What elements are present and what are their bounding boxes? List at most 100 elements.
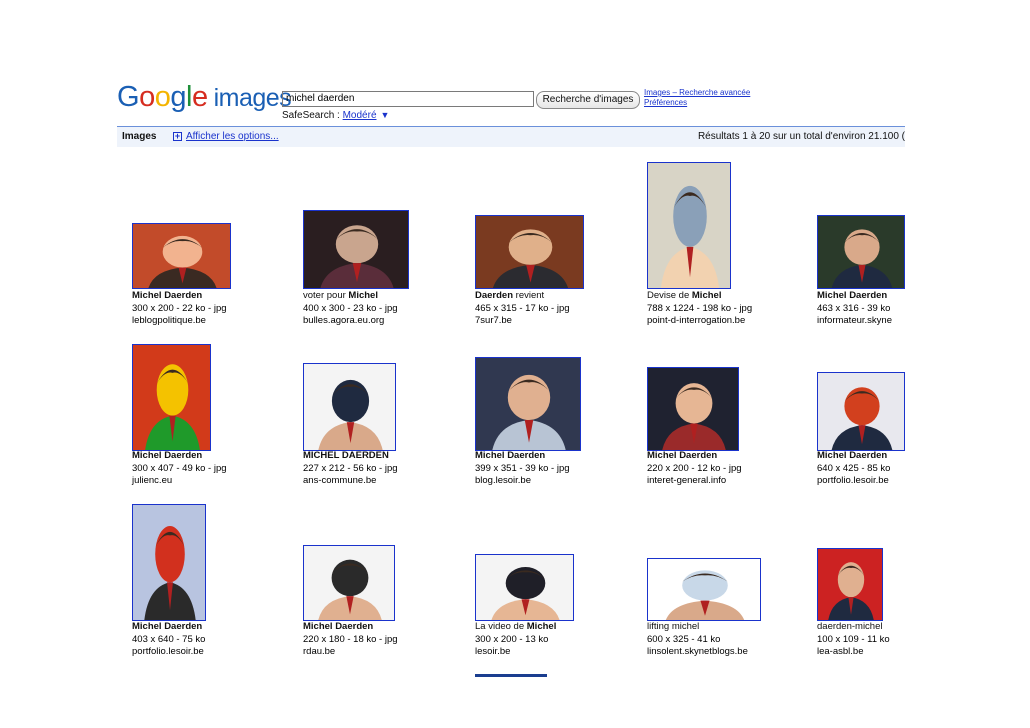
result-meta: 600 x 325 - 41 ko xyxy=(647,633,721,645)
safesearch-label: SafeSearch : xyxy=(282,110,343,121)
result-domain: informateur.skyne xyxy=(817,315,892,326)
result-thumbnail[interactable] xyxy=(817,215,905,289)
result-thumbnail[interactable] xyxy=(303,363,396,451)
result-title[interactable]: Michel Daerden xyxy=(132,450,202,463)
result-title[interactable]: lifting michel xyxy=(647,621,699,634)
result-title-highlight: Michel Daerden xyxy=(132,290,203,301)
result-meta: 100 x 109 - 11 ko xyxy=(817,633,890,645)
result-title[interactable]: daerden-michel xyxy=(817,621,882,634)
next-row-thumbnail-edge[interactable] xyxy=(475,674,547,677)
result-title[interactable]: La video de Michel xyxy=(475,621,556,634)
portrait-image-icon xyxy=(818,549,882,620)
result-meta: 403 x 640 - 75 ko xyxy=(132,633,206,645)
result-thumbnail[interactable] xyxy=(475,554,574,621)
result-thumbnail[interactable] xyxy=(475,215,584,289)
result-title-highlight: Michel xyxy=(691,290,722,301)
chevron-down-icon[interactable]: ▼ xyxy=(381,110,390,120)
result-thumbnail[interactable] xyxy=(817,548,883,621)
search-input[interactable]: michel daerden xyxy=(282,91,534,107)
result-meta: 463 x 316 - 39 ko xyxy=(817,302,891,314)
result-meta: 300 x 200 - 22 ko - jpg xyxy=(132,302,227,314)
result-title[interactable]: Michel Daerden xyxy=(303,621,373,634)
result-meta: 300 x 407 - 49 ko - jpg xyxy=(132,462,227,474)
result-title-text: voter pour xyxy=(303,290,349,301)
portrait-image-icon xyxy=(648,559,760,620)
result-thumbnail[interactable] xyxy=(132,223,231,289)
result-title-text: daerden-michel xyxy=(817,621,883,632)
result-title-highlight: Michel Daerden xyxy=(647,450,718,461)
result-title[interactable]: voter pour Michel xyxy=(303,290,378,303)
expand-plus-icon[interactable]: + xyxy=(173,132,182,141)
result-domain: lea-asbl.be xyxy=(817,646,864,657)
safesearch-mode-link[interactable]: Modéré xyxy=(343,110,377,121)
result-thumbnail[interactable] xyxy=(817,372,905,451)
result-meta: 227 x 212 - 56 ko - jpg xyxy=(303,462,398,474)
result-title-text: Devise de xyxy=(647,290,692,301)
result-meta: 399 x 351 - 39 ko - jpg xyxy=(475,462,570,474)
result-domain: linsolent.skynetblogs.be xyxy=(647,646,748,657)
google-images-logo[interactable]: Google images xyxy=(117,80,292,115)
result-title[interactable]: Devise de Michel xyxy=(647,290,721,303)
result-meta: 220 x 200 - 12 ko - jpg xyxy=(647,462,742,474)
result-thumbnail[interactable] xyxy=(132,504,206,621)
result-domain: point-d-interrogation.be xyxy=(647,315,746,326)
search-images-button[interactable]: Recherche d'images xyxy=(536,91,640,109)
result-meta: 400 x 300 - 23 ko - jpg xyxy=(303,302,398,314)
portrait-image-icon xyxy=(648,368,738,450)
result-title[interactable]: MICHEL DAERDEN xyxy=(303,450,389,463)
portrait-image-icon xyxy=(476,555,573,620)
result-title-highlight: Michel Daerden xyxy=(303,621,374,632)
result-title[interactable]: Michel Daerden xyxy=(475,450,545,463)
result-domain: 7sur7.be xyxy=(475,315,512,326)
result-thumbnail[interactable] xyxy=(647,367,739,451)
result-title-highlight: Michel Daerden xyxy=(132,621,203,632)
preferences-link[interactable]: Préférences xyxy=(644,98,687,108)
result-domain: ans-commune.be xyxy=(303,475,377,486)
tab-images[interactable]: Images xyxy=(122,131,156,142)
result-title-highlight: MICHEL DAERDEN xyxy=(303,450,389,461)
portrait-image-icon xyxy=(133,224,230,288)
result-domain: bulles.agora.eu.org xyxy=(303,315,385,326)
result-domain: leblogpolitique.be xyxy=(132,315,206,326)
result-thumbnail[interactable] xyxy=(475,357,581,451)
result-meta: 788 x 1224 - 198 ko - jpg xyxy=(647,302,753,314)
result-title-highlight: Daerden xyxy=(475,290,514,301)
result-title[interactable]: Michel Daerden xyxy=(817,450,887,463)
result-thumbnail[interactable] xyxy=(132,344,211,451)
result-title-text: lifting michel xyxy=(647,621,700,632)
logo-google-text: Google xyxy=(117,81,208,113)
result-title-highlight: Michel Daerden xyxy=(132,450,203,461)
result-domain: portfolio.lesoir.be xyxy=(132,646,204,657)
result-title-text: revient xyxy=(513,290,545,301)
portrait-image-icon xyxy=(476,216,583,288)
result-domain: interet-general.info xyxy=(647,475,727,486)
result-thumbnail[interactable] xyxy=(303,210,409,289)
result-title[interactable]: Michel Daerden xyxy=(647,450,717,463)
results-bar: Images + Afficher les options... Résulta… xyxy=(117,127,905,147)
result-title-text: La video de xyxy=(475,621,527,632)
results-count: Résultats 1 à 20 sur un total d'environ … xyxy=(697,131,905,142)
result-thumbnail[interactable] xyxy=(647,162,731,289)
result-thumbnail[interactable] xyxy=(303,545,395,621)
result-domain: portfolio.lesoir.be xyxy=(817,475,889,486)
result-thumbnail[interactable] xyxy=(647,558,761,621)
portrait-image-icon xyxy=(304,364,395,450)
result-title[interactable]: Michel Daerden xyxy=(132,290,202,303)
result-title-highlight: Michel Daerden xyxy=(817,450,888,461)
advanced-search-link[interactable]: Images – Recherche avancée xyxy=(644,88,750,98)
portrait-image-icon xyxy=(304,546,394,620)
portrait-image-icon xyxy=(133,345,210,450)
logo-images-text: images xyxy=(213,84,292,112)
portrait-image-icon xyxy=(304,211,408,288)
result-title[interactable]: Michel Daerden xyxy=(132,621,202,634)
result-meta: 300 x 200 - 13 ko xyxy=(475,633,549,645)
safesearch-setting: SafeSearch : Modéré ▼ xyxy=(282,109,389,122)
result-meta: 465 x 315 - 17 ko - jpg xyxy=(475,302,570,314)
result-title-highlight: Michel xyxy=(348,290,378,301)
result-title-highlight: Michel Daerden xyxy=(817,290,888,301)
show-options-link[interactable]: Afficher les options... xyxy=(186,131,279,142)
result-title[interactable]: Daerden revient xyxy=(475,290,544,303)
result-title[interactable]: Michel Daerden xyxy=(817,290,887,303)
portrait-image-icon xyxy=(818,216,904,288)
portrait-image-icon xyxy=(818,373,904,450)
